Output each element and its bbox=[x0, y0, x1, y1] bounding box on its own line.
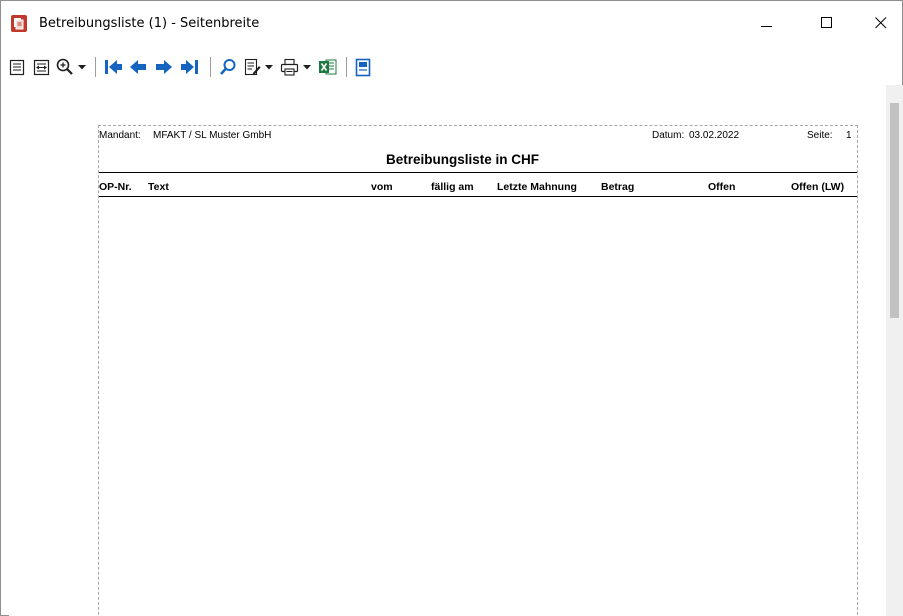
mandant-label: Mandant: bbox=[99, 130, 141, 141]
edit-report-icon bbox=[244, 58, 260, 76]
close-preview-button[interactable] bbox=[351, 56, 375, 78]
report-title: Betreibungsliste in CHF bbox=[386, 152, 540, 167]
vertical-scrollbar[interactable] bbox=[886, 85, 903, 616]
zoom-button[interactable] bbox=[54, 56, 76, 78]
previous-page-button[interactable] bbox=[126, 56, 150, 78]
close-preview-icon bbox=[355, 58, 371, 76]
toolbar bbox=[1, 51, 902, 83]
column-op-nr: OP-Nr. bbox=[99, 181, 132, 193]
maximize-icon bbox=[821, 17, 832, 28]
mandant-value: MFAKT / SL Muster GmbH bbox=[153, 130, 272, 141]
scrollbar-thumb[interactable] bbox=[890, 103, 899, 318]
maximize-button[interactable] bbox=[804, 1, 850, 45]
column-vom: vom bbox=[371, 181, 393, 193]
seite-value: 1 bbox=[846, 130, 852, 141]
toolbar-separator bbox=[210, 57, 211, 77]
first-page-icon bbox=[105, 60, 122, 74]
report-page: Mandant: MFAKT / SL Muster GmbH Datum: 0… bbox=[98, 125, 858, 616]
column-offen: Offen bbox=[708, 181, 736, 193]
last-page-icon bbox=[181, 60, 198, 74]
single-page-button[interactable] bbox=[6, 56, 28, 78]
search-icon bbox=[220, 59, 236, 75]
minimize-icon bbox=[761, 26, 772, 27]
close-button[interactable] bbox=[858, 1, 903, 45]
zoom-icon bbox=[56, 58, 73, 75]
preview-window: Betreibungsliste (1) - Seitenbreite Mand… bbox=[0, 0, 903, 616]
window-title: Betreibungsliste (1) - Seitenbreite bbox=[39, 16, 260, 31]
header-rule-top bbox=[99, 172, 857, 173]
column-text: Text bbox=[148, 181, 169, 193]
first-page-button[interactable] bbox=[101, 56, 125, 78]
next-page-button[interactable] bbox=[152, 56, 176, 78]
page-width-icon bbox=[33, 59, 49, 75]
preview-area: Mandant: MFAKT / SL Muster GmbH Datum: 0… bbox=[9, 85, 886, 616]
dropdown-arrow-icon bbox=[303, 64, 311, 69]
previous-page-icon bbox=[130, 60, 146, 74]
header-rule-bottom bbox=[99, 196, 857, 197]
column-offen-lw: Offen (LW) bbox=[791, 181, 845, 193]
single-page-icon bbox=[9, 59, 25, 75]
datum-value: 03.02.2022 bbox=[689, 130, 740, 141]
column-faellig-am: fällig am bbox=[431, 181, 474, 193]
print-dropdown[interactable] bbox=[301, 56, 313, 78]
title-bar[interactable]: Betreibungsliste (1) - Seitenbreite bbox=[1, 1, 902, 49]
print-button[interactable] bbox=[277, 56, 301, 78]
minimize-button[interactable] bbox=[744, 1, 790, 45]
next-page-icon bbox=[156, 60, 172, 74]
app-icon bbox=[11, 15, 27, 32]
edit-dropdown[interactable] bbox=[263, 56, 275, 78]
last-page-button[interactable] bbox=[178, 56, 202, 78]
search-button[interactable] bbox=[216, 56, 240, 78]
excel-export-button[interactable] bbox=[315, 56, 339, 78]
edit-report-button[interactable] bbox=[241, 56, 263, 78]
seite-label: Seite: bbox=[807, 130, 833, 141]
column-letzte-mahnung: Letzte Mahnung bbox=[497, 181, 577, 193]
dropdown-arrow-icon bbox=[78, 64, 86, 69]
print-icon bbox=[280, 58, 298, 76]
page-width-button[interactable] bbox=[30, 56, 52, 78]
close-icon bbox=[875, 17, 887, 29]
zoom-dropdown[interactable] bbox=[76, 56, 88, 78]
dropdown-arrow-icon bbox=[265, 64, 273, 69]
toolbar-separator bbox=[95, 57, 96, 77]
datum-label: Datum: bbox=[652, 130, 685, 141]
toolbar-separator bbox=[346, 57, 347, 77]
excel-export-icon bbox=[318, 59, 336, 75]
column-betrag: Betrag bbox=[601, 181, 635, 193]
